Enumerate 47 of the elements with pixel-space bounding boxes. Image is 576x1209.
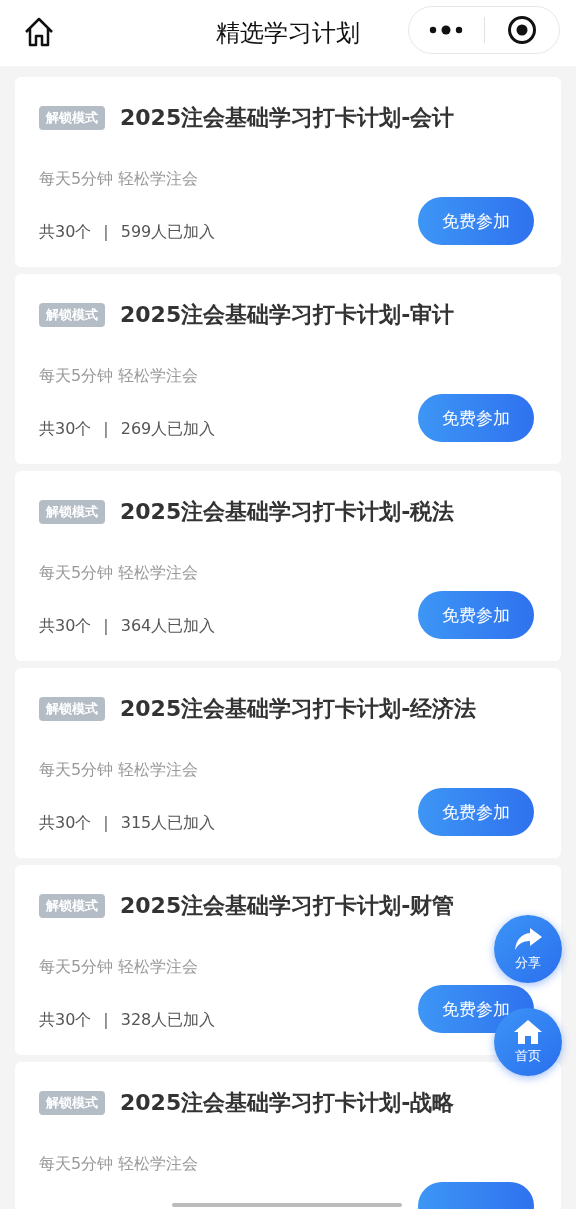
mode-tag: 解锁模式: [39, 106, 105, 130]
joined-count: 328人已加入: [120, 1010, 216, 1031]
lesson-count: 共30个: [39, 222, 92, 243]
separator: |: [103, 813, 109, 834]
plan-title: 2025注会基础学习打卡计划-战略: [120, 1089, 455, 1117]
plan-subtitle: 每天5分钟 轻松学注会: [39, 169, 199, 189]
plan-title: 2025注会基础学习打卡计划-税法: [120, 498, 455, 526]
separator: |: [103, 616, 109, 637]
plan-card[interactable]: 解锁模式 2025注会基础学习打卡计划-税法 每天5分钟 轻松学注会 共30个 | 364人已加入 免费参加: [15, 471, 561, 661]
mode-tag: 解锁模式: [39, 1091, 105, 1115]
join-button[interactable]: 免费参加: [418, 197, 534, 245]
separator: |: [103, 1010, 109, 1031]
plan-subtitle: 每天5分钟 轻松学注会: [39, 957, 199, 977]
plan-title: 2025注会基础学习打卡计划-会计: [120, 104, 455, 132]
plan-subtitle: 每天5分钟 轻松学注会: [39, 366, 199, 386]
joined-count: 599人已加入: [120, 222, 216, 243]
more-icon[interactable]: [428, 25, 465, 35]
plan-title: 2025注会基础学习打卡计划-审计: [120, 301, 455, 329]
joined-count: 269人已加入: [120, 419, 216, 440]
lesson-count: 共30个: [39, 616, 92, 637]
mode-tag: 解锁模式: [39, 894, 105, 918]
join-button[interactable]: 免费参加: [418, 394, 534, 442]
join-button[interactable]: 免费参加: [418, 788, 534, 836]
mode-tag: 解锁模式: [39, 500, 105, 524]
lesson-count: 共30个: [39, 419, 92, 440]
plan-card[interactable]: 解锁模式 2025注会基础学习打卡计划-审计 每天5分钟 轻松学注会 共30个 | 269人已加入 免费参加: [15, 274, 561, 464]
mode-tag: 解锁模式: [39, 697, 105, 721]
joined-count: 364人已加入: [120, 616, 216, 637]
plan-title: 2025注会基础学习打卡计划-经济法: [120, 695, 477, 723]
join-button[interactable]: 免费参加: [418, 591, 534, 639]
plan-subtitle: 每天5分钟 轻松学注会: [39, 760, 199, 780]
home-icon: [513, 1019, 543, 1045]
plan-title: 2025注会基础学习打卡计划-财管: [120, 892, 455, 920]
lesson-count: 共30个: [39, 1010, 92, 1031]
plan-card[interactable]: 解锁模式 2025注会基础学习打卡计划-会计 每天5分钟 轻松学注会 共30个 | 599人已加入 免费参加: [15, 77, 561, 267]
close-icon[interactable]: [506, 15, 537, 45]
separator: |: [103, 222, 109, 243]
joined-count: 315人已加入: [120, 813, 216, 834]
plan-subtitle: 每天5分钟 轻松学注会: [39, 1154, 199, 1174]
page-title: 精选学习计划: [216, 18, 360, 49]
plan-card[interactable]: 解锁模式 2025注会基础学习打卡计划-战略 每天5分钟 轻松学注会: [15, 1062, 561, 1209]
separator: |: [103, 419, 109, 440]
lesson-count: 共30个: [39, 813, 92, 834]
mode-tag: 解锁模式: [39, 303, 105, 327]
plan-subtitle: 每天5分钟 轻松学注会: [39, 563, 199, 583]
share-icon: [513, 926, 543, 952]
plan-card[interactable]: 解锁模式 2025注会基础学习打卡计划-经济法 每天5分钟 轻松学注会 共30个 | 315人已加入 免费参加: [15, 668, 561, 858]
